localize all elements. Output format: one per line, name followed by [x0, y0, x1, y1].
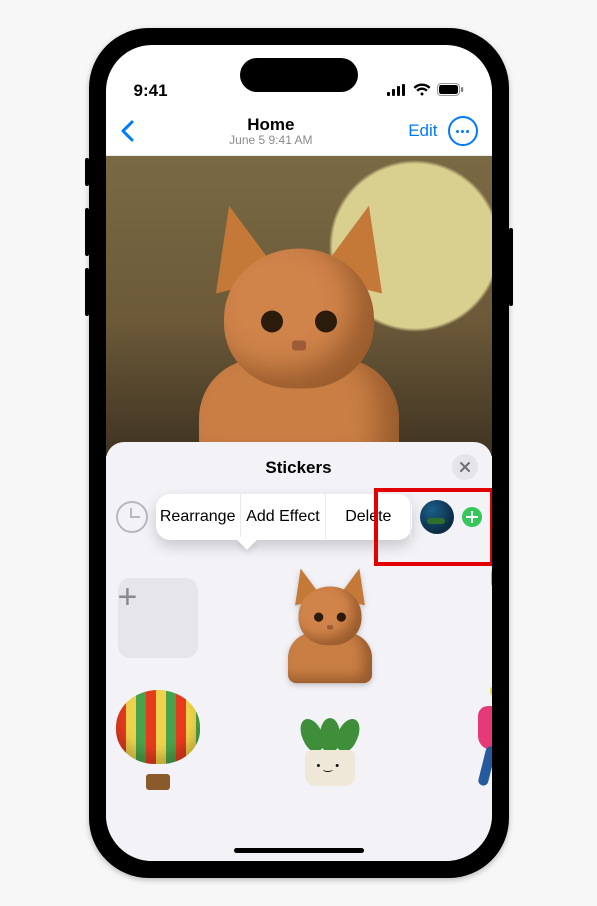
more-button[interactable]	[448, 116, 478, 146]
menu-rearrange[interactable]: Rearrange	[156, 494, 241, 540]
main-photo-cat[interactable]	[106, 156, 492, 456]
wifi-icon	[413, 81, 431, 101]
close-button[interactable]	[452, 454, 478, 480]
edit-button[interactable]: Edit	[408, 121, 437, 141]
hot-air-balloon-sticker[interactable]	[116, 684, 200, 796]
sheet-title: Stickers	[265, 458, 331, 478]
home-indicator[interactable]	[234, 848, 364, 853]
memoji-pack-icon[interactable]	[420, 500, 454, 534]
dynamic-island	[240, 58, 358, 92]
page-subtitle: June 5 9:41 AM	[134, 134, 409, 147]
potted-plant-sticker[interactable]: • ‿ •	[210, 684, 450, 796]
stickers-sheet: Stickers Rearrange Add Effect Delete	[106, 442, 492, 861]
menu-add-effect[interactable]: Add Effect	[241, 494, 326, 540]
add-sticker-tile[interactable]: +	[116, 562, 200, 674]
plus-icon: +	[118, 578, 198, 658]
cat-sticker[interactable]	[210, 562, 450, 674]
status-time: 9:41	[134, 81, 168, 101]
iphone-frame: 9:41	[89, 28, 509, 878]
menu-delete[interactable]: Delete	[326, 494, 411, 540]
sticker-context-menu: Rearrange Add Effect Delete	[156, 494, 412, 540]
giraffe-sticker[interactable]	[460, 562, 492, 674]
add-pack-icon[interactable]	[462, 507, 482, 527]
nav-bar: Home June 5 9:41 AM Edit	[106, 107, 492, 156]
cellular-icon	[387, 81, 407, 101]
person-basketball-sticker[interactable]	[460, 684, 492, 796]
page-title: Home	[134, 116, 409, 134]
back-button[interactable]	[120, 120, 134, 142]
battery-icon	[437, 81, 464, 101]
recents-icon[interactable]	[116, 501, 148, 533]
